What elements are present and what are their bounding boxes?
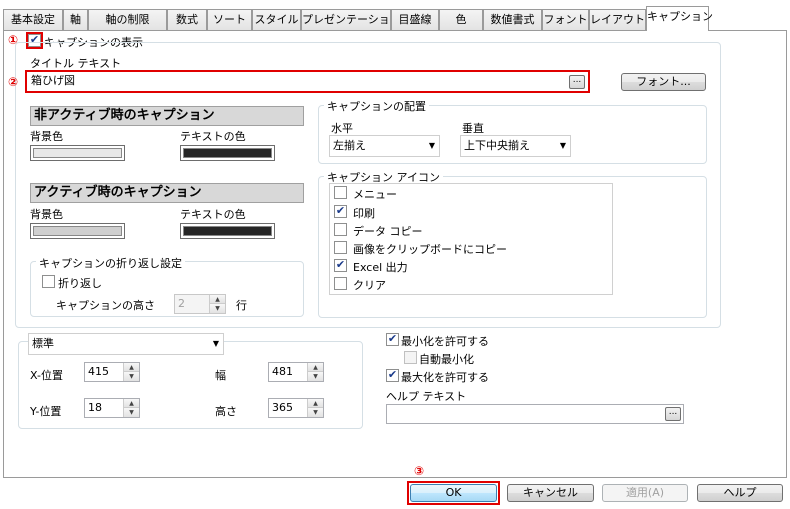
icon-clear-label: クリア xyxy=(353,279,386,292)
x-position-label: X-位置 xyxy=(30,369,63,382)
ok-button[interactable]: OK xyxy=(410,484,497,502)
title-ellipsis-button[interactable]: ... xyxy=(569,75,585,89)
wrap-label: 折り返し xyxy=(58,277,102,290)
height-label: 高さ xyxy=(215,405,237,418)
icon-excel-checkbox[interactable]: ✔ xyxy=(334,259,347,272)
height-spinner[interactable]: 365 ▲ ▼ xyxy=(268,398,324,418)
width-spinner[interactable]: 481 ▲ ▼ xyxy=(268,362,324,382)
title-text-input[interactable]: 箱ひげ図 xyxy=(28,72,588,91)
tab-general[interactable]: 基本設定 xyxy=(3,9,63,30)
icon-copy-image-checkbox[interactable] xyxy=(334,241,347,254)
caption-height-spinner[interactable]: 2 ▲ ▼ xyxy=(174,294,226,314)
wrap-checkbox[interactable] xyxy=(42,275,55,288)
auto-minimize-label: 自動最小化 xyxy=(419,353,474,366)
icon-excel-label: Excel 出力 xyxy=(353,261,408,274)
icon-clear-checkbox[interactable] xyxy=(334,277,347,290)
caption-height-unit: 行 xyxy=(236,299,247,312)
tab-caption[interactable]: キャプション xyxy=(646,6,713,31)
inactive-bg-label: 背景色 xyxy=(30,130,63,143)
allow-minimize-label: 最小化を許可する xyxy=(401,335,489,348)
tab-number-format[interactable]: 数値書式 xyxy=(483,9,542,30)
vertical-select[interactable]: 上下中央揃え ▼ xyxy=(460,135,571,157)
position-mode-select[interactable]: 標準 ▼ xyxy=(28,333,224,355)
tab-axis-limits[interactable]: 軸の制限 xyxy=(88,9,167,30)
help-button[interactable]: ヘルプ xyxy=(697,484,783,502)
width-label: 幅 xyxy=(215,369,226,382)
apply-button[interactable]: 適用(A) xyxy=(602,484,688,502)
help-ellipsis-button[interactable]: ... xyxy=(665,407,681,421)
icon-menu-checkbox[interactable] xyxy=(334,186,347,199)
tab-layout[interactable]: レイアウト xyxy=(589,9,646,30)
wrap-settings-title: キャプションの折り返し設定 xyxy=(36,255,185,271)
inactive-bg-color-swatch[interactable] xyxy=(30,145,125,161)
inactive-text-color-swatch[interactable] xyxy=(180,145,275,161)
placement-title: キャプションの配置 xyxy=(324,98,429,114)
tab-gridlines[interactable]: 目盛線 xyxy=(391,9,439,30)
title-text-label: タイトル テキスト xyxy=(30,57,122,70)
icon-print-checkbox[interactable]: ✔ xyxy=(334,205,347,218)
active-bg-label: 背景色 xyxy=(30,208,63,221)
cancel-button[interactable]: キャンセル xyxy=(507,484,594,502)
x-position-spinner[interactable]: 415 ▲ ▼ xyxy=(84,362,140,382)
inactive-text-label: テキストの色 xyxy=(180,130,246,143)
caption-height-label: キャプションの高さ xyxy=(56,299,155,312)
active-caption-header: アクティブ時のキャプション xyxy=(30,183,304,203)
tab-expression[interactable]: 数式 xyxy=(167,9,207,30)
auto-minimize-checkbox[interactable] xyxy=(404,351,417,364)
icon-copy-image-label: 画像をクリップボードにコピー xyxy=(353,243,507,256)
tab-style[interactable]: スタイル xyxy=(252,9,301,30)
inactive-caption-header: 非アクティブ時のキャプション xyxy=(30,106,304,126)
active-bg-color-swatch[interactable] xyxy=(30,223,125,239)
horizontal-label: 水平 xyxy=(331,122,353,135)
help-text-label: ヘルプ テキスト xyxy=(386,390,467,403)
active-text-color-swatch[interactable] xyxy=(180,223,275,239)
help-text-input[interactable] xyxy=(386,404,684,424)
icon-menu-label: メニュー xyxy=(353,188,397,201)
vertical-label: 垂直 xyxy=(462,122,484,135)
tab-sort[interactable]: ソート xyxy=(207,9,252,30)
allow-maximize-label: 最大化を許可する xyxy=(401,371,489,384)
allow-maximize-checkbox[interactable]: ✔ xyxy=(386,369,399,382)
tab-presentation[interactable]: プレゼンテーション xyxy=(301,9,401,30)
tab-axis[interactable]: 軸 xyxy=(63,9,88,30)
y-position-spinner[interactable]: 18 ▲ ▼ xyxy=(84,398,140,418)
tab-strip: 基本設定 軸 軸の制限 数式 ソート スタイル プレゼンテーション 目盛線 色 … xyxy=(0,0,790,31)
icon-print-label: 印刷 xyxy=(353,207,375,220)
marker-3: ③ xyxy=(414,464,425,478)
allow-minimize-checkbox[interactable]: ✔ xyxy=(386,333,399,346)
active-text-label: テキストの色 xyxy=(180,208,246,221)
icon-data-copy-label: データ コピー xyxy=(353,225,423,238)
marker-2: ② xyxy=(8,75,19,89)
horizontal-select[interactable]: 左揃え ▼ xyxy=(329,135,440,157)
tab-font[interactable]: フォント xyxy=(542,9,589,30)
font-button[interactable]: フォント... xyxy=(621,73,706,91)
icon-data-copy-checkbox[interactable] xyxy=(334,223,347,236)
tab-colors[interactable]: 色 xyxy=(439,9,483,30)
y-position-label: Y-位置 xyxy=(30,405,62,418)
